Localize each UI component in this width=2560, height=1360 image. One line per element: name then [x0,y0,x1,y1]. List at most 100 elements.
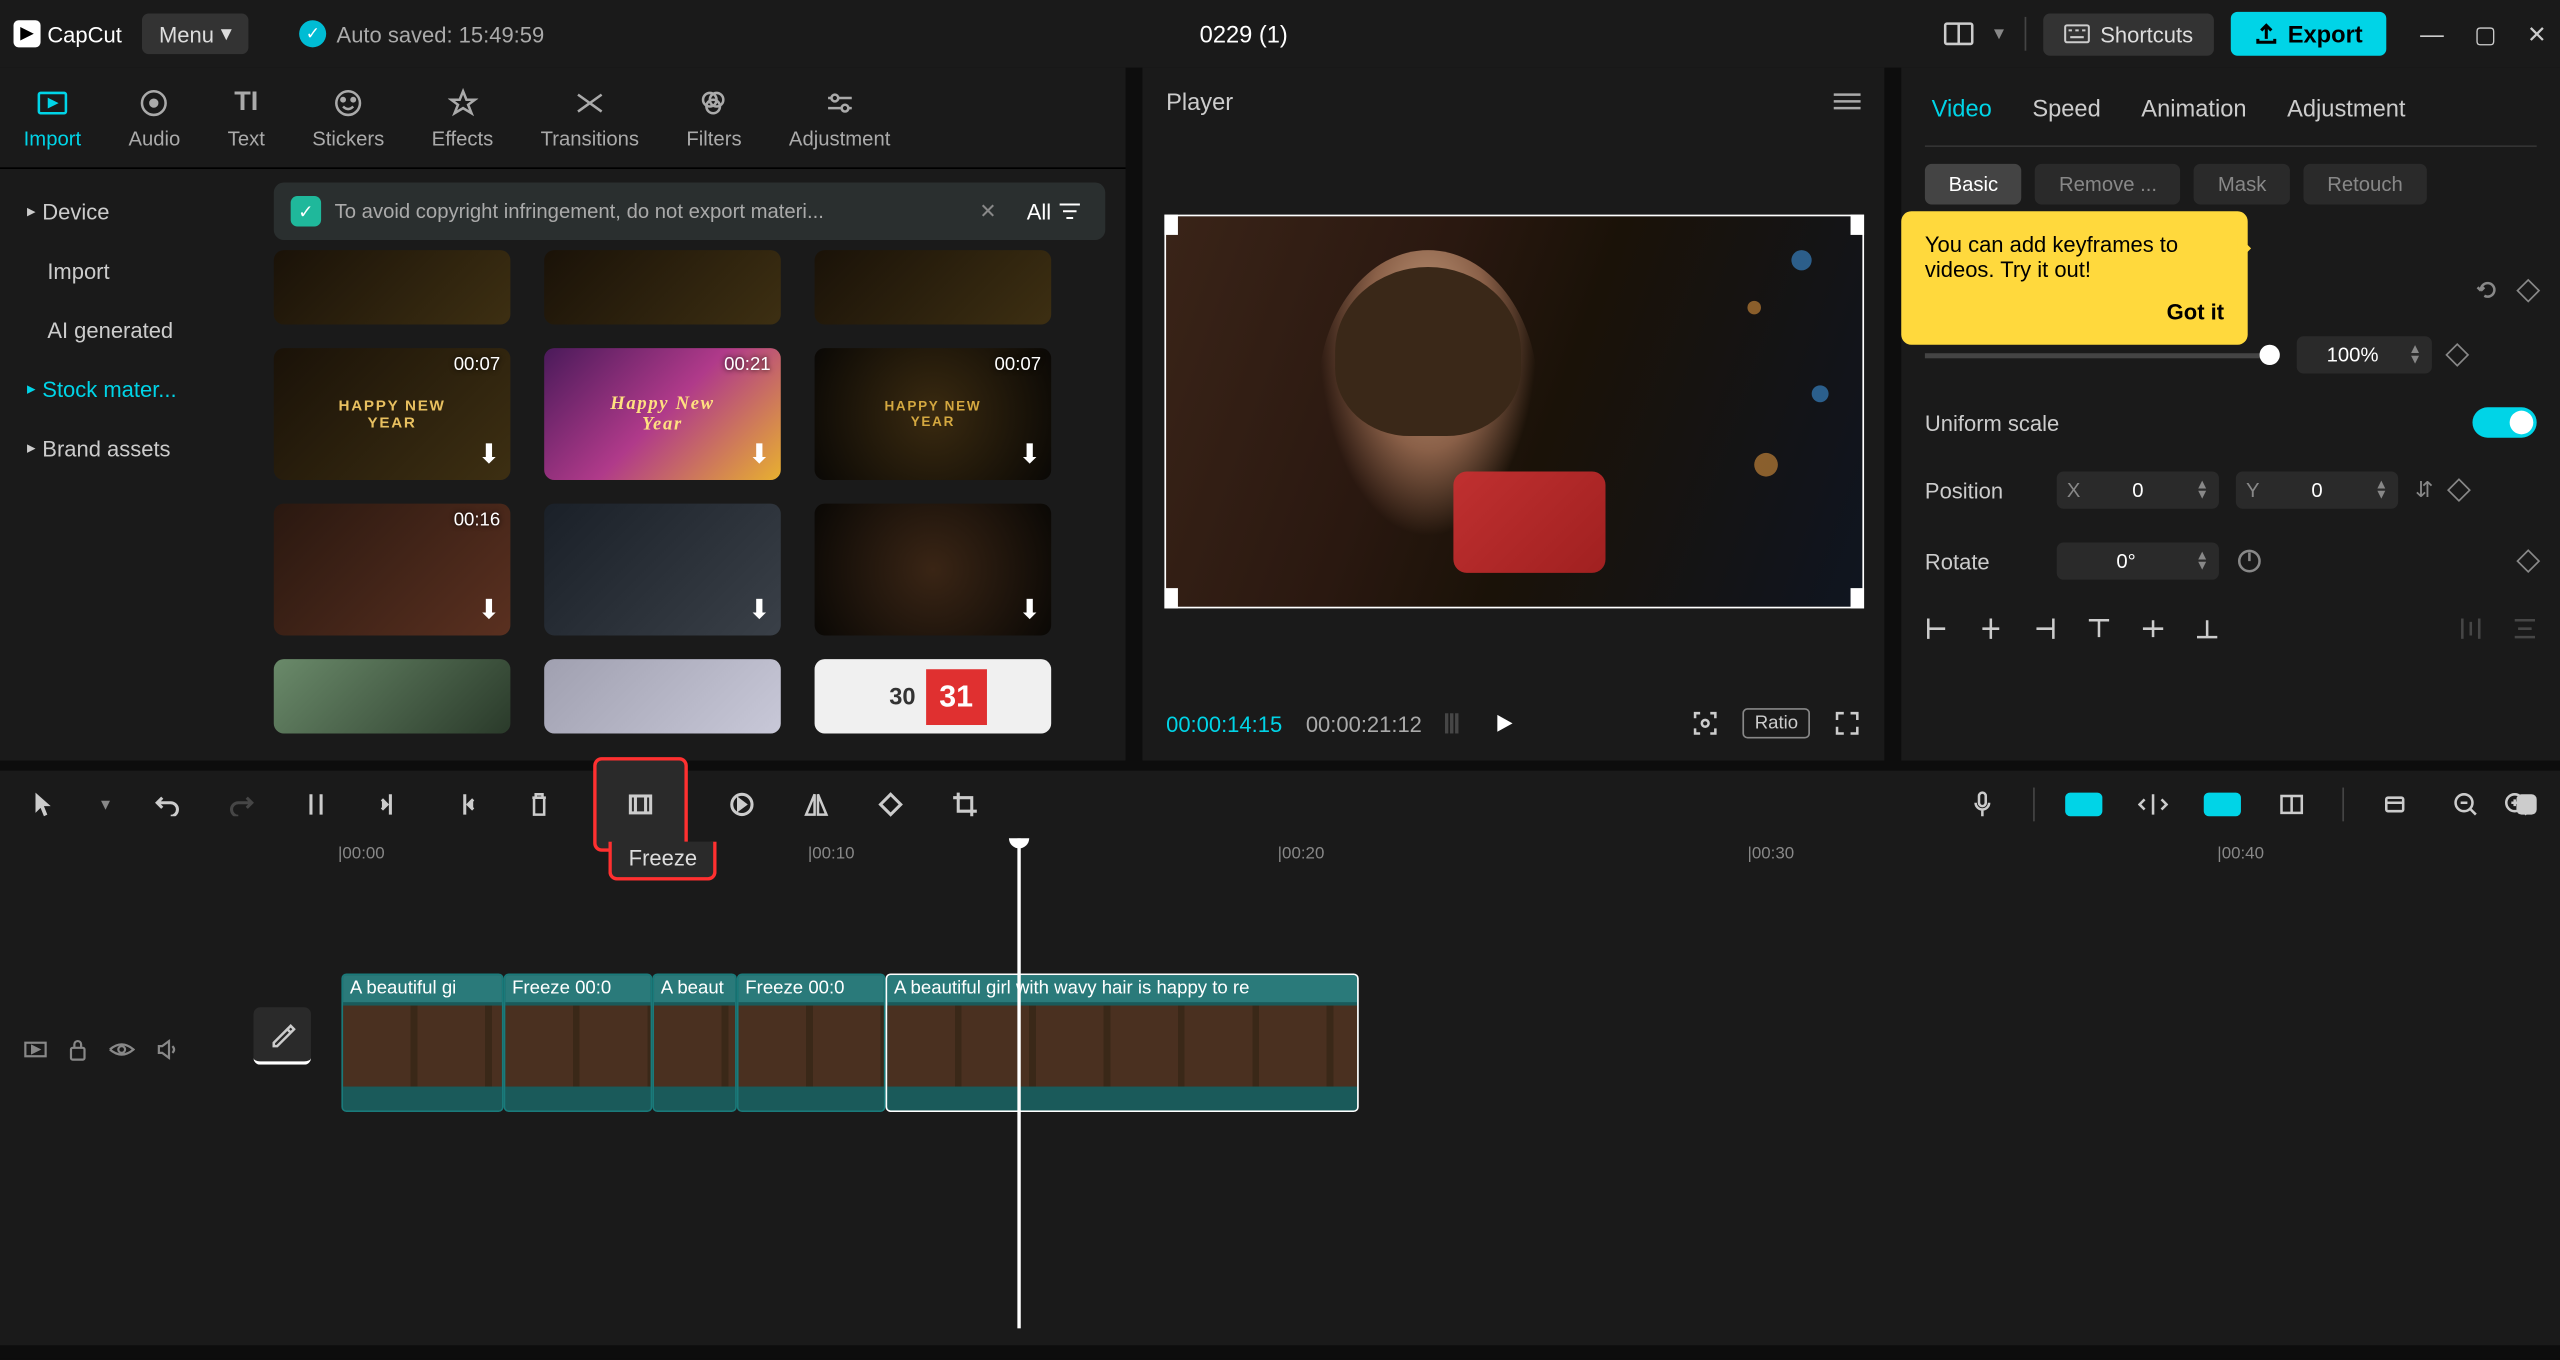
rotate-tool[interactable] [870,784,911,825]
position-x-input[interactable]: X0▲▼ [2057,472,2219,509]
media-thumb[interactable]: 00:16⬇ [274,504,511,636]
stepper-icon[interactable]: ▲▼ [2195,480,2208,500]
media-thumb[interactable]: ⬇ [815,504,1052,636]
video-preview[interactable] [1164,214,1864,608]
trim-right-tool[interactable] [444,784,485,825]
link-icon[interactable]: ⇵ [2415,477,2433,504]
resize-handle[interactable] [1164,214,1178,234]
snap-tool[interactable] [2133,784,2174,825]
stepper-icon[interactable]: ▲▼ [2408,345,2421,365]
media-thumb[interactable] [544,250,781,324]
menu-icon[interactable] [1834,91,1861,111]
stepper-icon[interactable]: ▲▼ [2375,480,2388,500]
track-toggle-icon[interactable] [24,1039,48,1059]
scale-slider[interactable] [1925,352,2280,357]
subtab-remove[interactable]: Remove ... [2035,164,2180,205]
media-thumb[interactable] [544,659,781,733]
lock-icon[interactable] [68,1038,88,1062]
mirror-tool[interactable] [796,784,837,825]
align-bottom-icon[interactable] [2195,617,2219,641]
align-center-h-icon[interactable] [1979,617,2003,641]
distribute-h-icon[interactable] [2459,617,2483,641]
undo-button[interactable] [147,784,188,825]
prev-frame-icon[interactable] [1446,713,1470,733]
magnet-toggle[interactable] [2065,793,2102,817]
shortcuts-button[interactable]: Shortcuts [2043,13,2214,55]
slider-thumb[interactable] [2260,344,2280,364]
media-thumb[interactable] [274,250,511,324]
keyframe-icon[interactable] [2445,343,2469,367]
gotit-button[interactable]: Got it [1925,299,2224,324]
align-top-icon[interactable] [2087,617,2111,641]
download-icon[interactable]: ⬇ [478,593,501,627]
reverse-tool[interactable] [721,784,762,825]
media-thumb[interactable]: 00:07HAPPY NEW YEAR⬇ [274,348,511,480]
position-y-input[interactable]: Y0▲▼ [2236,472,2398,509]
rotate-input[interactable]: 0°▲▼ [2057,542,2219,579]
subtab-basic[interactable]: Basic [1925,164,2022,205]
eye-icon[interactable] [108,1039,135,1059]
tab-transitions[interactable]: Transitions [517,68,663,168]
tab-effects[interactable]: Effects [408,68,517,168]
reset-icon[interactable] [2476,279,2500,303]
menu-button[interactable]: Menu ▾ [142,14,249,55]
timeline-clip[interactable]: A beaut [652,973,737,1112]
tab-import[interactable]: Import [0,68,105,168]
tab-speed[interactable]: Speed [2032,95,2100,122]
scan-icon[interactable] [1692,710,1719,737]
resize-handle[interactable] [1850,587,1864,607]
mic-icon[interactable] [1962,784,2003,825]
resize-handle[interactable] [1164,587,1178,607]
export-button[interactable]: Export [2230,12,2386,56]
zoom-in-icon[interactable] [2496,784,2537,825]
distribute-v-icon[interactable] [2513,617,2537,641]
media-thumb[interactable] [274,659,511,733]
playhead[interactable] [1017,838,1020,1328]
timeline-ruler[interactable]: |00:00 |00:10 |00:20 |00:30 |00:40 [338,838,2560,879]
sidebar-item-ai[interactable]: AI generated [0,301,254,360]
sidebar-item-brand[interactable]: ▸Brand assets [0,419,254,478]
keyframe-icon[interactable] [2447,478,2471,502]
close-button[interactable]: ✕ [2527,19,2547,48]
sidebar-item-import[interactable]: Import [0,242,254,301]
resize-handle[interactable] [1850,214,1864,234]
uniform-scale-toggle[interactable] [2472,407,2536,437]
scale-input[interactable]: 100%▲▼ [2297,336,2432,373]
cursor-tool[interactable] [24,784,65,825]
chevron-down-icon[interactable]: ▼ [98,796,113,813]
split-tool[interactable] [296,784,337,825]
timeline-body[interactable]: |00:00 |00:10 |00:20 |00:30 |00:40 A bea… [0,838,2560,1345]
download-icon[interactable]: ⬇ [1018,438,1041,472]
tab-video[interactable]: Video [1932,95,1992,122]
tab-text[interactable]: TI Text [204,68,289,168]
download-icon[interactable]: ⬇ [478,438,501,472]
media-thumb[interactable]: 3031 [815,659,1052,733]
timeline-clip-selected[interactable]: A beautiful girl with wavy hair is happy… [886,973,1359,1112]
player-viewport[interactable] [1142,135,1884,686]
download-icon[interactable]: ⬇ [1018,593,1041,627]
close-icon[interactable]: ✕ [969,199,1006,223]
media-thumb[interactable]: 00:21Happy New Year⬇ [544,348,781,480]
timeline-clip[interactable]: Freeze 00:0 [737,973,886,1112]
link-toggle[interactable] [2204,793,2241,817]
tab-stickers[interactable]: Stickers [289,68,408,168]
media-thumb[interactable] [815,250,1052,324]
chevron-down-icon[interactable]: ▼ [1991,25,2008,44]
redo-button[interactable] [221,784,262,825]
minimize-button[interactable]: — [2420,19,2444,48]
keyframe-icon[interactable] [2516,279,2540,303]
track-edit-button[interactable] [254,1007,311,1064]
maximize-button[interactable]: ▢ [2474,19,2496,48]
download-icon[interactable]: ⬇ [748,593,771,627]
download-icon[interactable]: ⬇ [748,438,771,472]
play-button[interactable] [1493,711,1517,735]
subtab-mask[interactable]: Mask [2194,164,2290,205]
sidebar-item-device[interactable]: ▸Device [0,183,254,242]
tab-audio[interactable]: Audio [105,68,204,168]
align-right-icon[interactable] [2033,617,2057,641]
filter-button[interactable]: All [1020,199,1088,224]
subtab-retouch[interactable]: Retouch [2304,164,2427,205]
crop-tool[interactable] [945,784,986,825]
tab-animation[interactable]: Animation [2141,95,2246,122]
trim-left-tool[interactable] [370,784,411,825]
